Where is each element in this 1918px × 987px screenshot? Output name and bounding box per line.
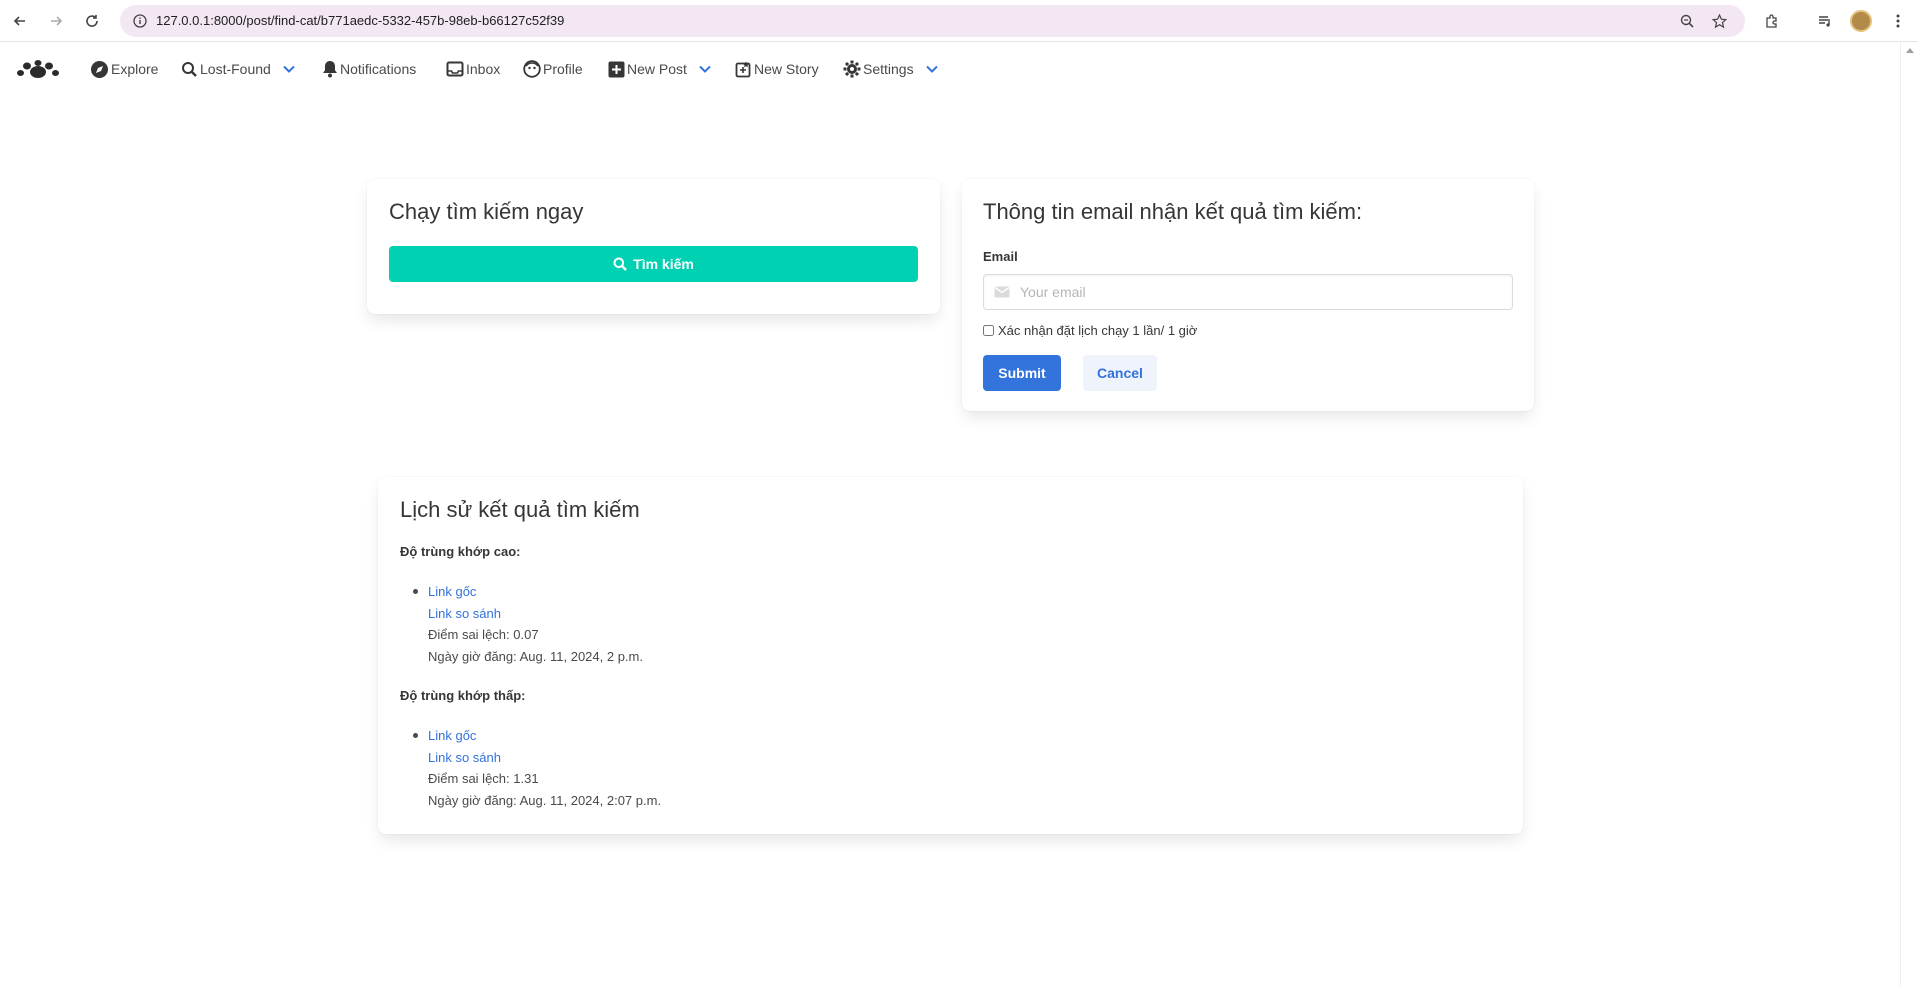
run-search-title: Chạy tìm kiếm ngay — [389, 199, 584, 224]
zoom-icon[interactable] — [1677, 11, 1697, 31]
nav-lost-found-label: Lost-Found — [200, 61, 271, 77]
profile-avatar[interactable] — [1850, 10, 1872, 32]
nav-notifications-label: Notifications — [340, 61, 417, 77]
scroll-up-icon[interactable] — [1906, 48, 1914, 53]
gear-icon — [843, 60, 861, 78]
nav-profile-label: Profile — [543, 61, 583, 77]
compare-link[interactable]: Link so sánh — [428, 603, 643, 625]
back-arrow-icon[interactable] — [8, 9, 32, 33]
posted-datetime: Ngày giờ đăng: Aug. 11, 2024, 2 p.m. — [428, 648, 643, 664]
search-icon — [613, 257, 627, 271]
nav-explore[interactable]: Explore — [90, 58, 158, 80]
email-field-wrapper — [983, 274, 1513, 310]
search-button-label: Tìm kiếm — [633, 256, 694, 272]
browser-menu-icon[interactable] — [1886, 9, 1910, 33]
cancel-button[interactable]: Cancel — [1083, 355, 1157, 391]
nav-settings[interactable]: Settings — [843, 58, 940, 80]
nav-profile[interactable]: Profile — [523, 58, 583, 80]
posted-datetime: Ngày giờ đăng: Aug. 11, 2024, 2:07 p.m. — [428, 792, 662, 808]
nav-new-post[interactable]: New Post — [608, 58, 713, 80]
nav-new-story-label: New Story — [754, 61, 819, 77]
envelope-icon — [994, 286, 1010, 298]
original-link[interactable]: Link gốc — [428, 725, 661, 747]
search-history-card: Lịch sử kết quả tìm kiếm Độ trùng khớp c… — [378, 477, 1523, 834]
inbox-icon — [446, 61, 464, 77]
nav-new-story[interactable]: New Story — [735, 58, 819, 80]
bullet-icon — [413, 589, 418, 594]
list-item: Link gốc Link so sánh Điểm sai lệch: 1.3… — [413, 725, 662, 811]
bookmark-star-icon[interactable] — [1709, 11, 1729, 31]
url-text[interactable]: 127.0.0.1:8000/post/find-cat/b771aedc-53… — [156, 13, 564, 28]
search-button[interactable]: Tìm kiếm — [389, 246, 918, 282]
deviation-score: Điểm sai lệch: 1.31 — [428, 771, 539, 786]
search-icon — [182, 61, 197, 77]
face-icon — [523, 60, 541, 78]
nav-inbox[interactable]: Inbox — [446, 58, 500, 80]
list-item: Link gốc Link so sánh Điểm sai lệch: 0.0… — [413, 581, 643, 667]
deviation-score: Điểm sai lệch: 0.07 — [428, 627, 539, 642]
paw-logo-icon[interactable] — [16, 56, 60, 82]
nav-explore-label: Explore — [111, 61, 159, 77]
compass-icon — [91, 60, 108, 78]
main-navbar: Explore Lost-Found Notifications Inbox P… — [0, 42, 1900, 96]
site-info-icon[interactable] — [130, 11, 150, 31]
chevron-down-icon[interactable] — [283, 65, 297, 73]
email-settings-card: Thông tin email nhận kết quả tìm kiếm: E… — [962, 179, 1534, 411]
original-link[interactable]: Link gốc — [428, 581, 643, 603]
bell-icon — [323, 61, 337, 78]
run-search-card: Chạy tìm kiếm ngay Tìm kiếm — [367, 179, 940, 314]
nav-notifications[interactable]: Notifications — [322, 58, 416, 80]
history-title: Lịch sử kết quả tìm kiếm — [400, 497, 640, 522]
nav-inbox-label: Inbox — [466, 61, 501, 77]
nav-lost-found[interactable]: Lost-Found — [181, 58, 297, 80]
email-field[interactable] — [1020, 275, 1510, 309]
media-queue-icon[interactable] — [1813, 9, 1837, 33]
plus-square-icon — [608, 61, 625, 77]
bullet-icon — [413, 733, 418, 738]
address-bar[interactable]: 127.0.0.1:8000/post/find-cat/b771aedc-53… — [120, 5, 1745, 37]
forward-arrow-icon[interactable] — [44, 9, 68, 33]
compare-link[interactable]: Link so sánh — [428, 747, 661, 769]
email-card-title: Thông tin email nhận kết quả tìm kiếm: — [983, 199, 1363, 224]
schedule-checkbox-row[interactable]: Xác nhận đặt lịch chạy 1 lần/ 1 giờ — [983, 323, 1197, 338]
high-match-heading: Độ trùng khớp cao: — [400, 544, 521, 559]
chevron-down-icon[interactable] — [925, 65, 940, 73]
extensions-icon[interactable] — [1760, 9, 1784, 33]
nav-new-post-label: New Post — [627, 61, 687, 77]
reload-icon[interactable] — [80, 9, 104, 33]
story-add-icon — [735, 61, 751, 77]
schedule-checkbox[interactable] — [983, 325, 994, 336]
submit-button[interactable]: Submit — [983, 355, 1061, 391]
email-label: Email — [983, 249, 1018, 264]
chevron-down-icon[interactable] — [699, 65, 713, 73]
page-scrollbar[interactable] — [1900, 42, 1918, 987]
nav-settings-label: Settings — [863, 61, 914, 77]
schedule-checkbox-label: Xác nhận đặt lịch chạy 1 lần/ 1 giờ — [998, 323, 1198, 338]
browser-toolbar: 127.0.0.1:8000/post/find-cat/b771aedc-53… — [0, 0, 1918, 42]
low-match-heading: Độ trùng khớp thấp: — [400, 688, 526, 703]
